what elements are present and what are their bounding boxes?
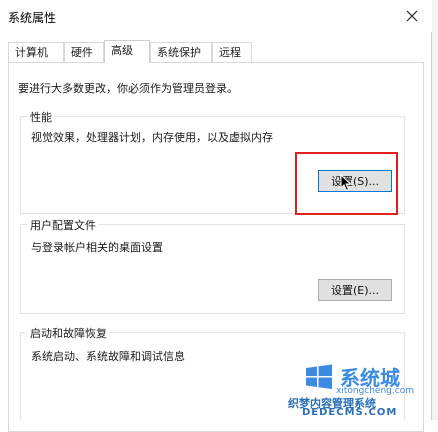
startup-recovery-title: 启动和故障恢复 <box>27 325 110 341</box>
performance-title: 性能 <box>27 109 55 125</box>
user-profiles-title: 用户配置文件 <box>27 217 99 233</box>
performance-description: 视觉效果，处理器计划，内存使用，以及虚拟内存 <box>31 129 273 145</box>
close-icon <box>406 10 418 22</box>
tab-strip: 计算机名 硬件 高级 系统保护 远程 <box>8 40 424 62</box>
user-profiles-settings-button[interactable]: 设置(E)... <box>318 279 392 301</box>
tab-system-protection[interactable]: 系统保护 <box>150 42 212 62</box>
mouse-cursor-icon <box>340 174 352 192</box>
tab-advanced[interactable]: 高级 <box>104 40 150 63</box>
title-bar[interactable]: 系统属性 <box>0 0 432 32</box>
background-window-edge <box>432 0 438 420</box>
startup-recovery-description: 系统启动、系统故障和调试信息 <box>31 348 185 364</box>
window-title: 系统属性 <box>8 9 56 26</box>
system-properties-window: 系统属性 计算机名 硬件 高级 系统保护 远程 要进行大多数更改，你必须作为管理… <box>0 0 432 420</box>
close-button[interactable] <box>402 6 422 26</box>
user-profiles-description: 与登录帐户相关的桌面设置 <box>31 239 163 255</box>
tab-remote[interactable]: 远程 <box>212 42 252 62</box>
windows-logo-icon <box>304 364 334 390</box>
watermark: 系统城 xitongcheng.com 织梦内容管理系统 DEDECMS.COM <box>262 358 432 418</box>
tab-computer-name[interactable]: 计算机名 <box>8 42 64 62</box>
tab-hardware[interactable]: 硬件 <box>64 42 104 62</box>
watermark-overlay-en: DEDECMS.COM <box>302 407 397 418</box>
admin-notice: 要进行大多数更改，你必须作为管理员登录。 <box>18 80 238 96</box>
